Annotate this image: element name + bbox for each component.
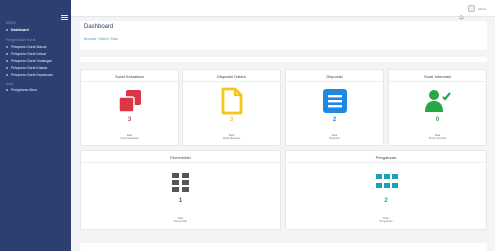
sidebar-item-surat-keluar[interactable]: Pelaporan Surat Keluar bbox=[6, 52, 46, 56]
sidebar-item-surat-keputusan[interactable]: Pelaporan Surat Keputusan bbox=[6, 73, 53, 77]
breadcrumb[interactable]: Beranda / Sistem / Data bbox=[84, 37, 118, 41]
users-icon bbox=[424, 89, 452, 118]
sidebar-item-surat-undangan[interactable]: Pelaporan Surat Undangan bbox=[6, 59, 52, 63]
card-value: 2 bbox=[384, 198, 388, 204]
sidebar-item-surat-masuk[interactable]: Pelaporan Surat Masuk bbox=[6, 45, 46, 49]
card-title: Surat Informasi bbox=[423, 74, 452, 79]
card-disposisi[interactable]: Disposisi 2 Data Disposisi bbox=[285, 69, 384, 146]
footer bbox=[80, 243, 487, 251]
card-small-desc: Disposisi bbox=[329, 137, 340, 140]
card-disposisi-dalam[interactable]: Disposisi Dalam 3 Data Surat Disposisi bbox=[182, 69, 281, 146]
sidebar: MENU Dashboard Pengelolaan Surat Pelapor… bbox=[0, 0, 71, 251]
card-value: 3 bbox=[127, 117, 132, 123]
card-pemerintah[interactable]: Pemerintah 1 Data Pemerintah bbox=[80, 150, 281, 230]
card-title: Pengaturan bbox=[375, 155, 397, 160]
card-small-desc: Surat Keluarkan bbox=[120, 137, 139, 140]
card-divider bbox=[286, 81, 383, 82]
card-pengaturan[interactable]: Pengaturan 2 Data Pengaturan bbox=[285, 150, 487, 230]
sidebar-item-dashboard[interactable]: Dashboard bbox=[6, 28, 29, 32]
card-divider bbox=[286, 162, 486, 163]
sidebar-section-surat: Pengelolaan Surat bbox=[6, 38, 36, 42]
card-divider bbox=[389, 81, 486, 82]
card-value: 2 bbox=[332, 117, 337, 123]
copy-icon bbox=[117, 88, 143, 119]
bell-icon[interactable] bbox=[459, 7, 464, 20]
card-small-desc: Surat Disposisi bbox=[222, 137, 241, 140]
page-title: Dashboard bbox=[84, 24, 114, 30]
card-divider bbox=[81, 162, 280, 163]
sidebar-section-menu: MENU bbox=[6, 21, 17, 25]
sidebar-item-surat-edaran[interactable]: Pelaporan Surat Edaran bbox=[6, 66, 47, 70]
page-header bbox=[80, 21, 487, 50]
card-surat-informasi[interactable]: Surat Informasi 0 Data Surat Informasi bbox=[388, 69, 487, 146]
card-title: Pemerintah bbox=[170, 155, 191, 160]
card-small-desc: Surat Informasi bbox=[428, 137, 447, 140]
bullet-icon bbox=[6, 60, 8, 62]
sidebar-item-label: Pelaporan Surat Undangan bbox=[11, 59, 53, 63]
bullet-icon bbox=[6, 89, 8, 91]
card-value: 3 bbox=[229, 117, 234, 123]
grid-icon bbox=[375, 173, 399, 196]
grid-icon bbox=[171, 172, 191, 197]
sidebar-item-label: Pengaturan Akun bbox=[11, 88, 38, 92]
sidebar-item-pengaturan-akun[interactable]: Pengaturan Akun bbox=[6, 88, 37, 92]
user-name[interactable]: admin bbox=[478, 7, 486, 11]
message-icon bbox=[322, 88, 348, 119]
sidebar-item-label: Pelaporan Surat Keputusan bbox=[11, 73, 53, 77]
card-divider bbox=[81, 81, 178, 82]
card-small-desc: Pengaturan bbox=[379, 220, 393, 223]
bullet-icon bbox=[6, 46, 8, 48]
card-surat-keluarkan[interactable]: Surat Keluarkan 3 Data Surat Keluarkan bbox=[80, 69, 179, 146]
sidebar-toggle-icon[interactable] bbox=[61, 15, 68, 20]
sidebar-section-data: Data bbox=[6, 82, 14, 86]
bullet-icon bbox=[6, 53, 8, 55]
avatar[interactable] bbox=[468, 5, 475, 12]
card-title: Surat Keluarkan bbox=[115, 74, 144, 79]
topbar bbox=[71, 0, 495, 17]
card-divider bbox=[183, 81, 280, 82]
sidebar-item-label: Pelaporan Surat Keluar bbox=[11, 52, 47, 56]
dashboard-icon bbox=[6, 29, 8, 31]
card-small-desc: Pemerintah bbox=[173, 220, 188, 223]
card-value: 1 bbox=[178, 198, 183, 204]
content-strip bbox=[80, 57, 487, 62]
card-title: Disposisi bbox=[326, 74, 343, 79]
bullet-icon bbox=[6, 67, 8, 69]
sidebar-item-label: Pelaporan Surat Masuk bbox=[11, 45, 47, 49]
bullet-icon bbox=[6, 74, 8, 76]
card-value: 0 bbox=[435, 117, 440, 123]
sidebar-item-label: Pelaporan Surat Edaran bbox=[11, 66, 48, 70]
card-title: Disposisi Dalam bbox=[217, 74, 246, 79]
document-icon bbox=[221, 87, 243, 120]
sidebar-item-label: Dashboard bbox=[11, 28, 29, 32]
